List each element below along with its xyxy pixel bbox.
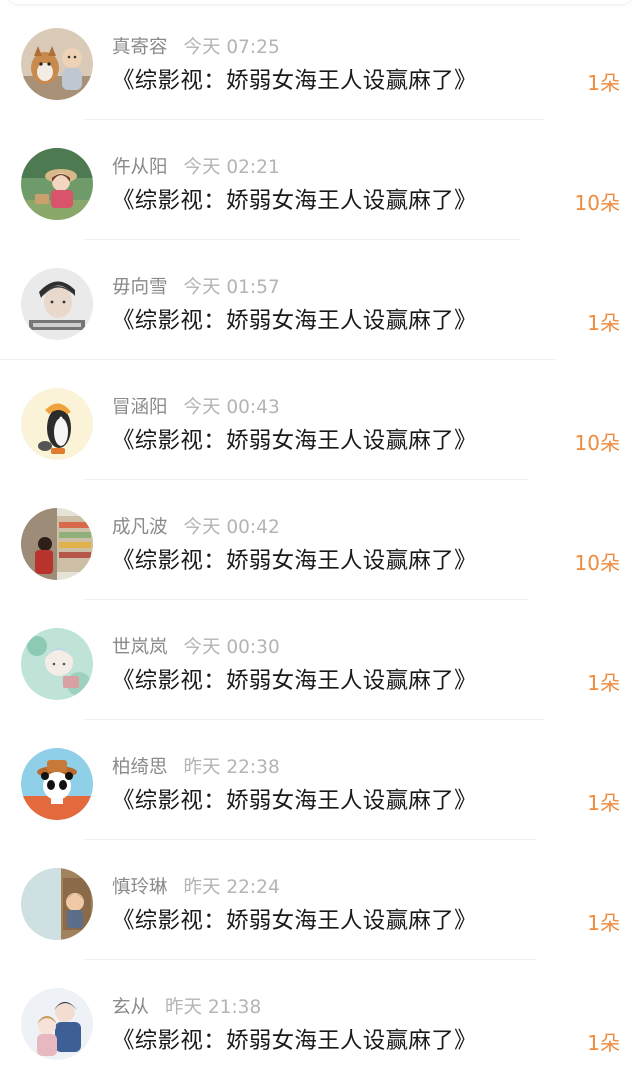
floral-illustration-avatar[interactable] (21, 628, 93, 700)
list-item[interactable]: 慎玲琳 昨天 22:24 《综影视：娇弱女海王人设赢麻了》 1朵 (0, 840, 640, 960)
gift-count: 10朵 (574, 551, 620, 575)
gift-count: 1朵 (587, 671, 620, 695)
book-title[interactable]: 《综影视：娇弱女海王人设赢麻了》 (112, 786, 477, 816)
timestamp: 今天 01:57 (183, 277, 280, 298)
gift-list: 真寄容 今天 07:25 《综影视：娇弱女海王人设赢麻了》 1朵 仵从阳 今天 … (0, 0, 640, 1072)
timestamp: 昨天 22:24 (183, 877, 280, 898)
timestamp: 昨天 22:38 (183, 757, 280, 778)
timestamp: 今天 00:30 (183, 637, 280, 658)
list-item[interactable]: 仵从阳 今天 02:21 《综影视：娇弱女海王人设赢麻了》 10朵 (0, 120, 640, 240)
timestamp: 昨天 21:38 (165, 997, 262, 1018)
book-title[interactable]: 《综影视：娇弱女海王人设赢麻了》 (112, 1026, 477, 1056)
child-photo-avatar[interactable] (21, 868, 93, 940)
timestamp: 今天 02:21 (183, 157, 280, 178)
list-item[interactable]: 真寄容 今天 07:25 《综影视：娇弱女海王人设赢麻了》 1朵 (0, 0, 640, 120)
user-name[interactable]: 真寄容 (112, 37, 168, 58)
list-item[interactable]: 毋向雪 今天 01:57 《综影视：娇弱女海王人设赢麻了》 1朵 (0, 240, 640, 360)
gift-count: 1朵 (587, 791, 620, 815)
panda-cartoon-avatar[interactable] (21, 748, 93, 820)
gift-count: 10朵 (574, 191, 620, 215)
book-title[interactable]: 《综影视：娇弱女海王人设赢麻了》 (112, 186, 477, 216)
store-photo-avatar[interactable] (21, 508, 93, 580)
user-name[interactable]: 玄从 (112, 997, 149, 1018)
book-title[interactable]: 《综影视：娇弱女海王人设赢麻了》 (112, 546, 477, 576)
dog-and-baby-avatar[interactable] (21, 28, 93, 100)
gift-count: 1朵 (587, 311, 620, 335)
book-title[interactable]: 《综影视：娇弱女海王人设赢麻了》 (112, 66, 477, 96)
book-title[interactable]: 《综影视：娇弱女海王人设赢麻了》 (112, 666, 477, 696)
book-title[interactable]: 《综影视：娇弱女海王人设赢麻了》 (112, 426, 477, 456)
book-title[interactable]: 《综影视：娇弱女海王人设赢麻了》 (112, 906, 477, 936)
user-name[interactable]: 世岚岚 (112, 637, 168, 658)
user-name[interactable]: 慎玲琳 (112, 877, 168, 898)
user-name[interactable]: 仵从阳 (112, 157, 168, 178)
anime-girl-avatar[interactable] (21, 148, 93, 220)
list-item[interactable]: 冒涵阳 今天 00:43 《综影视：娇弱女海王人设赢麻了》 10朵 (0, 360, 640, 480)
list-item[interactable]: 柏绮思 昨天 22:38 《综影视：娇弱女海王人设赢麻了》 1朵 (0, 720, 640, 840)
user-name[interactable]: 毋向雪 (112, 277, 168, 298)
gift-count: 1朵 (587, 71, 620, 95)
timestamp: 今天 07:25 (183, 37, 280, 58)
gift-count: 1朵 (587, 1031, 620, 1055)
timestamp: 今天 00:43 (183, 397, 280, 418)
list-item[interactable]: 玄从 昨天 21:38 《综影视：娇弱女海王人设赢麻了》 1朵 (0, 960, 640, 1072)
timestamp: 今天 00:42 (183, 517, 280, 538)
penguin-avatar[interactable] (21, 388, 93, 460)
user-name[interactable]: 柏绮思 (112, 757, 168, 778)
gift-count: 10朵 (574, 431, 620, 455)
gift-count: 1朵 (587, 911, 620, 935)
user-name[interactable]: 成凡波 (112, 517, 168, 538)
couple-illustration-avatar[interactable] (21, 988, 93, 1060)
list-item[interactable]: 成凡波 今天 00:42 《综影视：娇弱女海王人设赢麻了》 10朵 (0, 480, 640, 600)
book-title[interactable]: 《综影视：娇弱女海王人设赢麻了》 (112, 306, 477, 336)
list-item[interactable]: 世岚岚 今天 00:30 《综影视：娇弱女海王人设赢麻了》 1朵 (0, 600, 640, 720)
young-man-avatar[interactable] (21, 268, 93, 340)
gift-records-page: 真寄容 今天 07:25 《综影视：娇弱女海王人设赢麻了》 1朵 仵从阳 今天 … (0, 0, 640, 1072)
user-name[interactable]: 冒涵阳 (112, 397, 168, 418)
